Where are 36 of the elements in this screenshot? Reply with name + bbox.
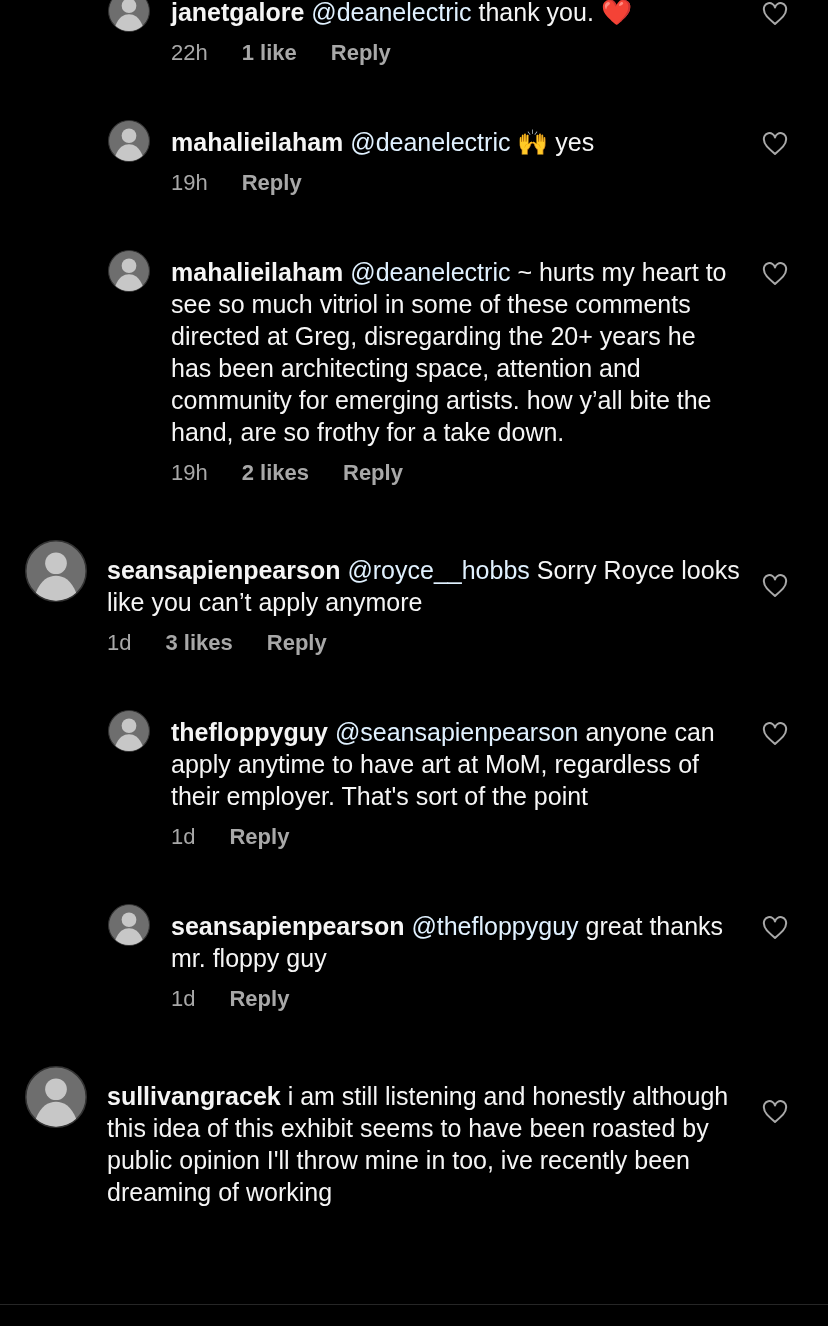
comment-text: thefloppyguy @seansapienpearson anyone can apply anytime to have art at MoM, regardless of their employer. That's sort of the point xyxy=(171,717,716,812)
likes-count[interactable]: 3 likes xyxy=(165,628,233,658)
avatar[interactable] xyxy=(25,1066,87,1128)
comment-time: 19h xyxy=(171,459,208,487)
comment-time: 1d xyxy=(107,629,132,657)
heart-icon[interactable] xyxy=(762,2,788,26)
avatar[interactable] xyxy=(108,250,150,292)
reply-button[interactable]: Reply xyxy=(266,628,327,658)
comment-time: 1d xyxy=(171,985,196,1013)
comment-time: 1d xyxy=(171,823,196,851)
heart-icon[interactable] xyxy=(762,262,788,286)
likes-count[interactable]: 2 likes xyxy=(241,458,309,488)
comment-text: janetgalore @deanelectric thank you. ❤ xyxy=(171,0,633,28)
reply-button[interactable]: Reply xyxy=(343,458,403,488)
avatar[interactable] xyxy=(108,710,150,752)
heart-icon[interactable] xyxy=(762,1100,788,1124)
reply-button[interactable]: Reply xyxy=(330,38,391,68)
likes-count[interactable]: 1 like xyxy=(241,38,297,68)
comment-time: 22h xyxy=(171,39,208,67)
reply-button[interactable]: Reply xyxy=(229,984,290,1014)
comment-text: sullivangracek i am still listening and honestly although this idea of this exhibit seems to have been roasted by public opinion I'll throw mine in too, ive recently been dreaming of working xyxy=(107,1081,730,1208)
comment-text: seansapienpearson @royce__hobbs Sorry Royce looks like you can’t apply anymore xyxy=(107,555,741,618)
comment-text: seansapienpearson @thefloppyguy great thanks mr. floppy guy xyxy=(171,911,725,974)
comment-text: mahalieilaham @deanelectric 🙌 yes xyxy=(171,127,596,158)
avatar[interactable] xyxy=(108,904,150,946)
comment-text: mahalieilaham @deanelectric ~ hurts my heart to see so much vitriol in some of these comments directed at Greg, disregarding the 20+ years he has been architecting space, attention and community for emerging artists. how y’all bite the hand, are so frothy for a take down. xyxy=(171,257,728,448)
reply-button[interactable]: Reply xyxy=(241,168,302,198)
heart-icon[interactable] xyxy=(762,722,788,746)
reply-button[interactable]: Reply xyxy=(229,822,290,852)
avatar[interactable] xyxy=(108,120,150,162)
avatar[interactable] xyxy=(108,0,150,32)
avatar[interactable] xyxy=(25,540,87,602)
comment-time: 19h xyxy=(171,169,208,197)
heart-icon[interactable] xyxy=(762,916,788,940)
heart-icon[interactable] xyxy=(762,132,788,156)
heart-icon[interactable] xyxy=(762,574,788,598)
